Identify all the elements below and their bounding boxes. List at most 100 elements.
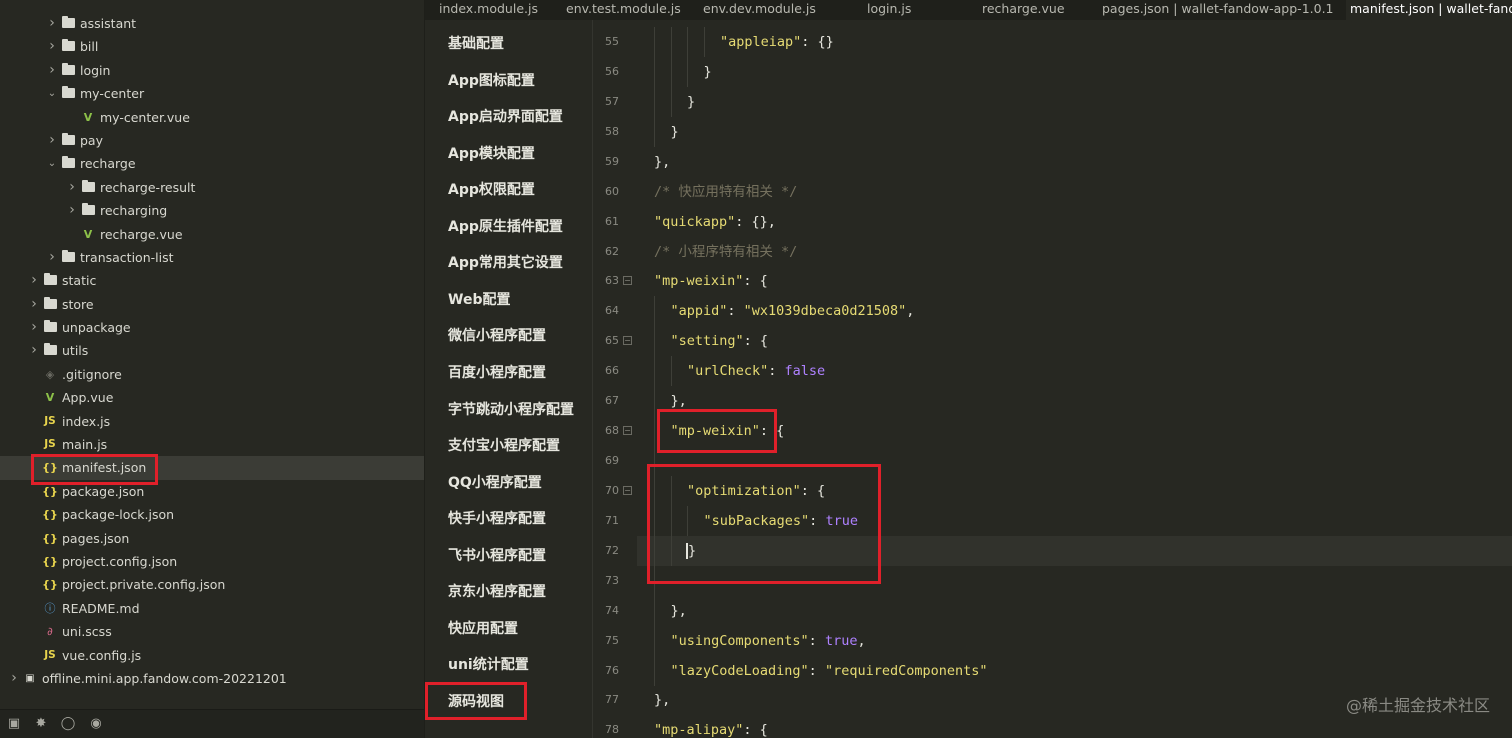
tree-item-offline-mini-app-fandow-com-20221201[interactable]: › ▣ offline.mini.app.fandow.com-20221201 (0, 667, 424, 690)
tree-item-recharge-result[interactable]: › recharge-result (0, 176, 424, 199)
code-line[interactable]: 56} (593, 56, 1512, 87)
code-line[interactable]: 64 "appid": "wx1039dbeca0d21508", (593, 296, 1512, 327)
chevron-right-icon[interactable]: › (66, 199, 78, 222)
chevron-right-icon[interactable]: › (8, 667, 20, 690)
tree-item-package-json[interactable]: {} package.json (0, 480, 424, 503)
config-menu-item[interactable]: 基础配置 (448, 32, 504, 56)
tree-item-pages-json[interactable]: {} pages.json (0, 527, 424, 550)
tree-item-project-private-config-json[interactable]: {} project.private.config.json (0, 573, 424, 596)
code-line[interactable]: 68− "mp-weixin": { (593, 416, 1512, 447)
editor-tab[interactable]: pages.json | wallet-fandow-app-1.0.1 (1102, 0, 1334, 20)
tree-item-my-center-vue[interactable]: Vmy-center.vue (0, 106, 424, 129)
config-menu-item[interactable]: App图标配置 (448, 69, 535, 93)
tree-item-transaction-list[interactable]: › transaction-list (0, 246, 424, 269)
chevron-right-icon[interactable]: › (46, 12, 58, 35)
chevron-right-icon[interactable]: › (28, 269, 40, 292)
code-line[interactable]: 59}, (593, 147, 1512, 177)
config-menu-item[interactable]: 百度小程序配置 (448, 361, 546, 385)
tree-item-assistant[interactable]: › assistant (0, 12, 424, 35)
tree-item-app-vue[interactable]: V App.vue (0, 386, 424, 409)
tree-item-uni-scss[interactable]: ∂ uni.scss (0, 620, 424, 643)
tree-item-gitignore[interactable]: ◈ .gitignore (0, 363, 424, 386)
tree-item-readme-md[interactable]: ⓘ README.md (0, 597, 424, 620)
config-menu-item[interactable]: App原生插件配置 (448, 215, 563, 239)
plugin-icon[interactable]: ◯ (60, 716, 76, 732)
code-line[interactable]: 78 "mp-alipay": { (593, 715, 1512, 738)
chevron-right-icon[interactable]: › (46, 35, 58, 58)
code-line[interactable]: 63− "mp-weixin": { (593, 266, 1512, 296)
code-line[interactable]: 66 "urlCheck": false (593, 356, 1512, 387)
chevron-right-icon[interactable]: › (28, 316, 40, 339)
tree-item-login[interactable]: › login (0, 59, 424, 82)
explorer-icon[interactable]: ▣ (6, 716, 22, 732)
code-editor[interactable]: 55 "appleiap": {} 56} 57} 58} 59}, 60/* 快应用特有相… (593, 20, 1512, 738)
editor-tab[interactable]: env.dev.module.js (703, 0, 816, 20)
chevron-right-icon[interactable]: › (28, 339, 40, 362)
tree-item-manifest-json[interactable]: {} manifest.json (0, 456, 424, 480)
code-line[interactable]: 60 /* 快应用特有相关 */ (593, 177, 1512, 207)
code-line[interactable]: 74}, (593, 595, 1512, 626)
config-menu-item[interactable]: uni统计配置 (448, 653, 529, 677)
tree-item-main-js[interactable]: JS main.js (0, 433, 424, 456)
code-line[interactable]: 76 "lazyCodeLoading": "requiredComponents… (593, 655, 1512, 686)
code-line[interactable]: 67}, (593, 386, 1512, 417)
code-line[interactable]: 62 /* 小程序特有相关 */ (593, 237, 1512, 267)
tree-item-vue-config-js[interactable]: JS vue.config.js (0, 644, 424, 667)
chevron-right-icon[interactable]: › (46, 129, 58, 152)
config-menu-item[interactable]: 支付宝小程序配置 (448, 434, 560, 458)
chevron-down-icon[interactable]: ⌄ (46, 152, 58, 175)
chevron-right-icon[interactable]: › (28, 293, 40, 316)
config-menu-item[interactable]: 快应用配置 (448, 617, 518, 641)
chevron-right-icon[interactable]: › (46, 246, 58, 269)
config-menu-item[interactable]: App权限配置 (448, 178, 535, 202)
chevron-down-icon[interactable]: ⌄ (46, 82, 58, 105)
fold-toggle-icon[interactable]: − (623, 336, 632, 346)
config-menu-item[interactable]: App启动界面配置 (448, 105, 563, 129)
tree-item-utils[interactable]: › utils (0, 339, 424, 362)
config-menu-item[interactable]: Web配置 (448, 288, 510, 312)
editor-tab[interactable]: index.module.js (439, 0, 538, 20)
code-line[interactable]: 57} (593, 86, 1512, 117)
code-line[interactable]: 55 "appleiap": {} (593, 27, 1512, 57)
globe-icon[interactable]: ◉ (88, 716, 104, 732)
config-menu-item[interactable]: 字节跳动小程序配置 (448, 398, 574, 422)
tree-item-index-js[interactable]: JS index.js (0, 410, 424, 433)
tree-item-bill[interactable]: › bill (0, 35, 424, 58)
editor-tab[interactable]: recharge.vue (982, 0, 1065, 20)
code-line[interactable]: 61 "quickapp": {}, (593, 207, 1512, 237)
tree-item-project-config-json[interactable]: {} project.config.json (0, 550, 424, 573)
chevron-right-icon[interactable]: › (66, 176, 78, 199)
config-menu-item[interactable]: 快手小程序配置 (448, 507, 546, 531)
tree-item-recharging[interactable]: › recharging (0, 199, 424, 222)
config-menu-item[interactable]: QQ小程序配置 (448, 471, 542, 495)
code-line[interactable]: 73 (593, 565, 1512, 596)
code-line[interactable]: 71 "subPackages": true (593, 505, 1512, 536)
code-line[interactable]: 58} (593, 116, 1512, 147)
config-menu-item[interactable]: 京东小程序配置 (448, 580, 546, 604)
config-menu-item[interactable]: App常用其它设置 (448, 251, 563, 275)
code-line[interactable]: 75 "usingComponents": true, (593, 625, 1512, 656)
fold-toggle-icon[interactable]: − (623, 426, 632, 436)
editor-tab[interactable]: login.js (867, 0, 911, 20)
code-line[interactable]: 69 (593, 446, 1512, 477)
code-line[interactable]: 65− "setting": { (593, 326, 1512, 357)
tree-item-static[interactable]: › static (0, 269, 424, 292)
tree-item-store[interactable]: › store (0, 293, 424, 316)
chevron-right-icon[interactable]: › (46, 59, 58, 82)
tree-item-my-center[interactable]: ⌄ my-center (0, 82, 424, 105)
editor-tab[interactable]: env.test.module.js (566, 0, 681, 20)
fold-toggle-icon[interactable]: − (623, 485, 632, 495)
bug-icon[interactable]: ✸ (33, 716, 49, 732)
code-line[interactable]: 72} (605, 535, 1512, 566)
config-menu-item[interactable]: 源码视图 (448, 690, 504, 714)
editor-tab[interactable]: manifest.json | wallet-fandow-app-1.0.1 (1346, 0, 1512, 20)
fold-toggle-icon[interactable]: − (623, 276, 632, 286)
config-menu-item[interactable]: 飞书小程序配置 (448, 544, 546, 568)
tree-item-unpackage[interactable]: › unpackage (0, 316, 424, 339)
config-menu-item[interactable]: 微信小程序配置 (448, 324, 546, 348)
tree-item-recharge-vue[interactable]: Vrecharge.vue (0, 223, 424, 246)
tree-item-pay[interactable]: › pay (0, 129, 424, 152)
tree-item-recharge[interactable]: ⌄ recharge (0, 152, 424, 175)
config-menu-item[interactable]: App模块配置 (448, 142, 535, 166)
code-line[interactable]: 70− "optimization": { (593, 475, 1512, 506)
